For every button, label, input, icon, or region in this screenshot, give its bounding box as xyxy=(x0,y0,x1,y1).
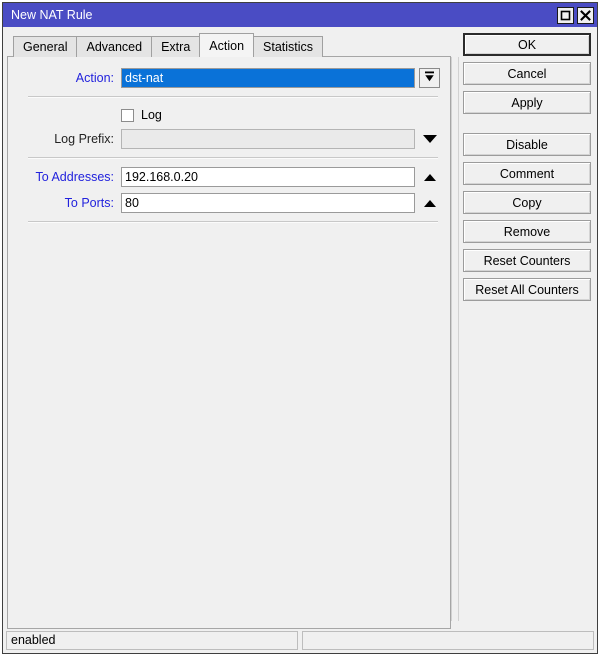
log-prefix-dropdown-button[interactable] xyxy=(419,129,440,149)
tab-advanced[interactable]: Advanced xyxy=(76,36,153,57)
status-bar: enabled xyxy=(3,629,597,653)
action-buttons-column: OK Cancel Apply Disable Comment Copy Rem… xyxy=(459,27,597,629)
title-bar-buttons xyxy=(557,6,594,24)
apply-button[interactable]: Apply xyxy=(463,91,591,114)
button-group-gap xyxy=(463,120,591,127)
to-ports-row: To Ports: 80 xyxy=(18,192,440,214)
nat-rule-dialog: New NAT Rule General Advanced Extra Acti… xyxy=(2,2,598,654)
dialog-body: General Advanced Extra Action Statistics xyxy=(3,27,597,629)
to-ports-input[interactable]: 80 xyxy=(121,193,415,213)
action-input[interactable]: dst-nat xyxy=(121,68,415,88)
action-row: Action: dst-nat xyxy=(18,67,440,89)
to-addresses-label: To Addresses: xyxy=(35,170,114,184)
close-icon xyxy=(580,9,591,21)
remove-button[interactable]: Remove xyxy=(463,220,591,243)
chevron-up-icon xyxy=(423,173,436,181)
comment-button[interactable]: Comment xyxy=(463,162,591,185)
to-addresses-input[interactable]: 192.168.0.20 xyxy=(121,167,415,187)
tab-action[interactable]: Action xyxy=(199,33,255,57)
tab-statistics[interactable]: Statistics xyxy=(253,36,324,57)
status-secondary xyxy=(302,631,594,650)
to-ports-label: To Ports: xyxy=(64,196,114,210)
log-prefix-label: Log Prefix: xyxy=(54,132,114,146)
reset-all-counters-button[interactable]: Reset All Counters xyxy=(463,278,591,301)
chevron-up-icon xyxy=(423,199,436,207)
log-prefix-row: Log Prefix: xyxy=(18,128,440,150)
form-column: General Advanced Extra Action Statistics xyxy=(3,27,451,629)
collapse-down-icon xyxy=(423,70,436,86)
tab-general-label: General xyxy=(23,40,68,54)
close-button[interactable] xyxy=(577,6,594,24)
action-dropdown-button[interactable] xyxy=(419,68,440,88)
cancel-button[interactable]: Cancel xyxy=(463,62,591,85)
separator-3 xyxy=(28,221,438,223)
action-tab-panel: Action: dst-nat Log Log Prefix: To Addre… xyxy=(7,56,451,629)
to-addresses-expander-button[interactable] xyxy=(419,167,440,187)
tab-action-label: Action xyxy=(209,39,245,53)
title-bar[interactable]: New NAT Rule xyxy=(3,3,597,27)
maximize-icon xyxy=(560,10,571,21)
window-title: New NAT Rule xyxy=(11,8,93,22)
status-text: enabled xyxy=(6,631,298,650)
action-label: Action: xyxy=(75,71,114,85)
ok-button[interactable]: OK xyxy=(463,33,591,56)
tab-extra[interactable]: Extra xyxy=(151,36,201,57)
tab-general[interactable]: General xyxy=(13,36,78,57)
to-ports-expander-button[interactable] xyxy=(419,193,440,213)
log-prefix-input[interactable] xyxy=(121,129,415,149)
log-row: Log xyxy=(18,105,440,125)
panel-splitter[interactable] xyxy=(451,57,459,621)
separator-2 xyxy=(28,157,438,159)
disable-button[interactable]: Disable xyxy=(463,133,591,156)
chevron-down-icon xyxy=(422,135,437,143)
log-label: Log xyxy=(141,108,162,122)
separator-1 xyxy=(28,96,438,98)
maximize-button[interactable] xyxy=(557,6,574,24)
copy-button[interactable]: Copy xyxy=(463,191,591,214)
tab-statistics-label: Statistics xyxy=(263,40,314,54)
to-addresses-row: To Addresses: 192.168.0.20 xyxy=(18,166,440,188)
tab-strip: General Advanced Extra Action Statistics xyxy=(7,33,451,57)
reset-counters-button[interactable]: Reset Counters xyxy=(463,249,591,272)
log-checkbox[interactable] xyxy=(121,108,134,122)
tab-advanced-label: Advanced xyxy=(86,40,143,54)
tab-extra-label: Extra xyxy=(161,40,191,54)
